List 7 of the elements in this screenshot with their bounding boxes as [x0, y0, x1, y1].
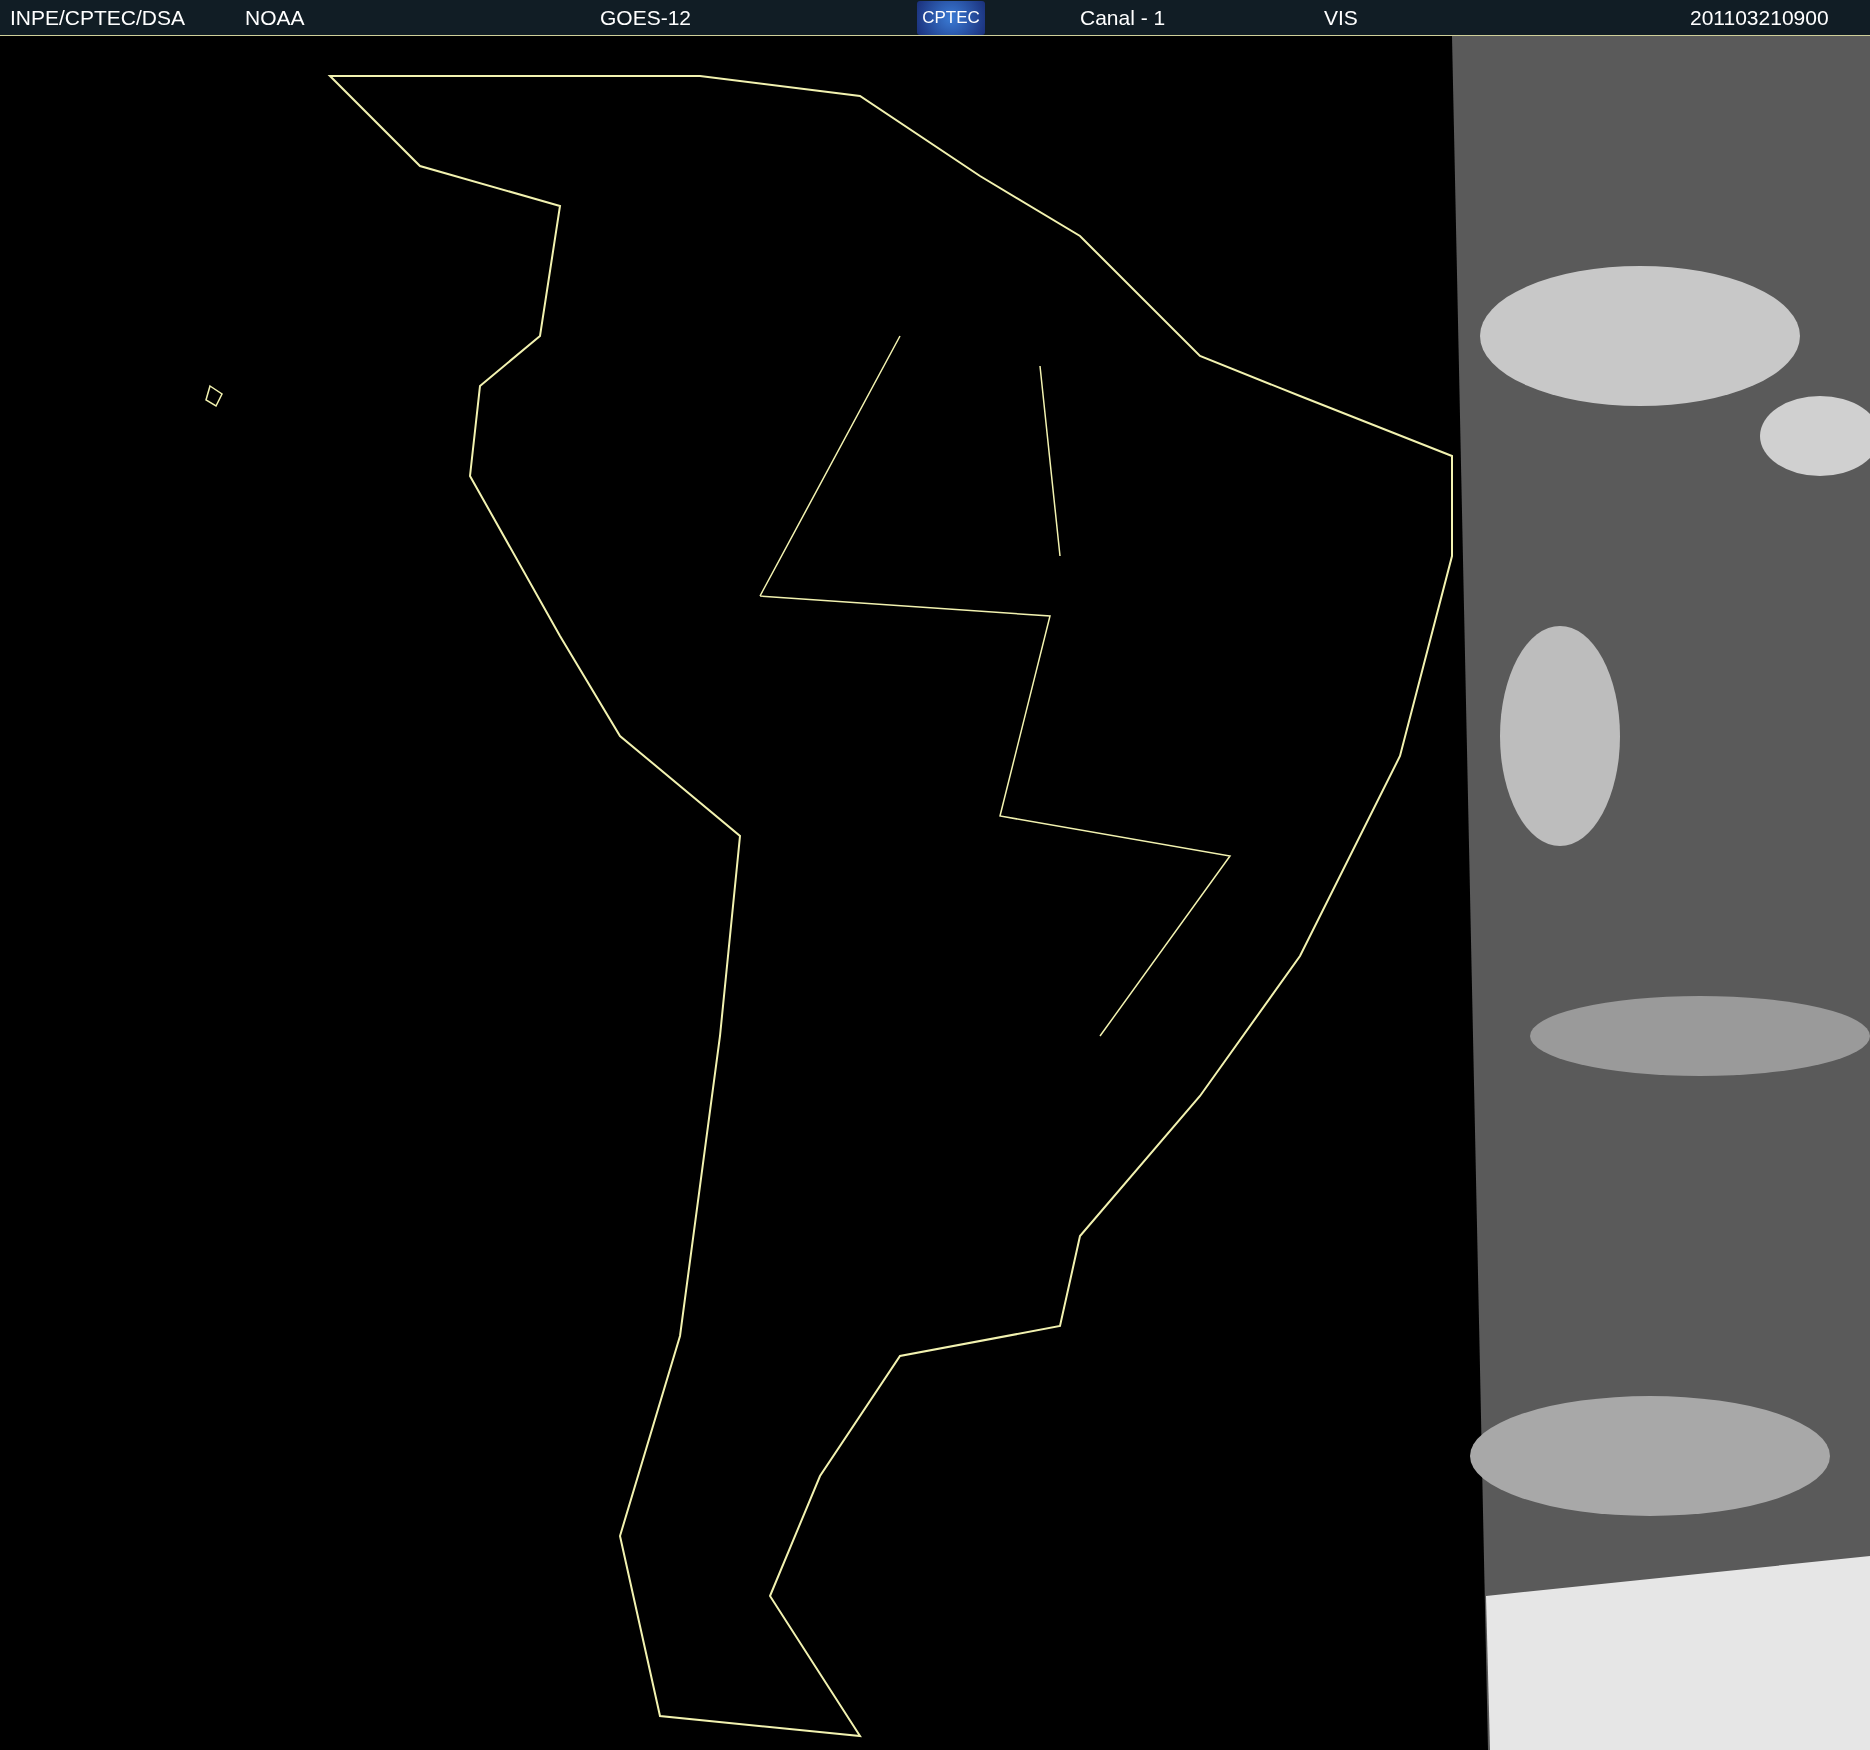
header-label: Canal - 1 [1080, 5, 1167, 30]
timestamp: 201103210900 [1690, 5, 1829, 30]
logo: CPTEC [917, 0, 985, 35]
header-label: VIS [1324, 5, 1359, 30]
header-label: INPE/CPTEC/DSA [10, 5, 187, 30]
header-label: GOES-12 [600, 5, 693, 30]
header-label: NOAA [245, 5, 306, 30]
